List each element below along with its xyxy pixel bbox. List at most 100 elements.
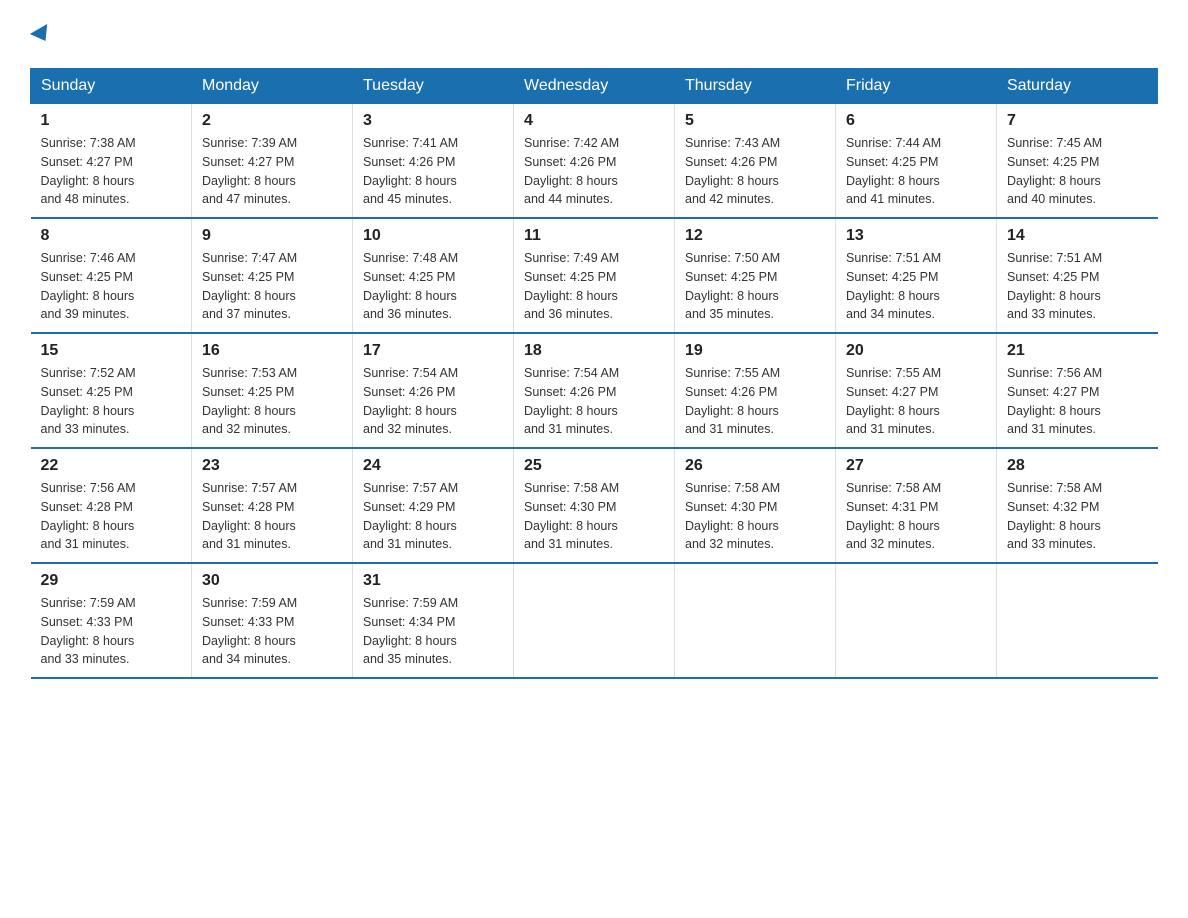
calendar-cell: 3Sunrise: 7:41 AMSunset: 4:26 PMDaylight… [353,104,514,219]
calendar-cell: 10 Sunrise: 7:48 AMSunset: 4:25 PMDayligh… [353,218,514,333]
day-info: Sunrise: 7:57 AMSunset: 4:29 PMDaylight:… [363,479,503,554]
day-info: Sunrise: 7:56 AMSunset: 4:27 PMDaylight:… [1007,364,1148,439]
calendar-cell: 28 Sunrise: 7:58 AMSunset: 4:32 PMDayligh… [997,448,1158,563]
day-number: 24 [363,457,503,475]
day-info: Sunrise: 7:42 AMSunset: 4:26 PMDaylight:… [524,134,664,209]
day-info: Sunrise: 7:58 AMSunset: 4:30 PMDaylight:… [524,479,664,554]
header-tuesday: Tuesday [353,69,514,104]
calendar-cell: 4 Sunrise: 7:42 AMSunset: 4:26 PMDaylight… [514,104,675,219]
header-friday: Friday [836,69,997,104]
page-header [30,20,1158,48]
day-number: 8 [41,227,182,245]
day-number: 17 [363,342,503,360]
day-number: 26 [685,457,825,475]
calendar-cell: 13Sunrise: 7:51 AMSunset: 4:25 PMDayligh… [836,218,997,333]
day-number: 20 [846,342,986,360]
calendar-cell: 31Sunrise: 7:59 AMSunset: 4:34 PMDayligh… [353,563,514,678]
header-saturday: Saturday [997,69,1158,104]
day-info: Sunrise: 7:55 AMSunset: 4:26 PMDaylight:… [685,364,825,439]
calendar-week-row: 29Sunrise: 7:59 AMSunset: 4:33 PMDayligh… [31,563,1158,678]
calendar-cell [675,563,836,678]
calendar-cell: 19 Sunrise: 7:55 AMSunset: 4:26 PMDayligh… [675,333,836,448]
day-number: 15 [41,342,182,360]
calendar-week-row: 15 Sunrise: 7:52 AMSunset: 4:25 PMDayligh… [31,333,1158,448]
calendar-week-row: 1 Sunrise: 7:38 AMSunset: 4:27 PMDaylight… [31,104,1158,219]
calendar-cell: 29Sunrise: 7:59 AMSunset: 4:33 PMDayligh… [31,563,192,678]
day-info: Sunrise: 7:57 AMSunset: 4:28 PMDaylight:… [202,479,342,554]
day-info: Sunrise: 7:49 AMSunset: 4:25 PMDaylight:… [524,249,664,324]
calendar-cell: 26 Sunrise: 7:58 AMSunset: 4:30 PMDayligh… [675,448,836,563]
day-number: 13 [846,227,986,245]
header-monday: Monday [192,69,353,104]
calendar-cell: 25 Sunrise: 7:58 AMSunset: 4:30 PMDayligh… [514,448,675,563]
day-number: 3 [363,112,503,130]
calendar-week-row: 8 Sunrise: 7:46 AMSunset: 4:25 PMDaylight… [31,218,1158,333]
day-info: Sunrise: 7:46 AMSunset: 4:25 PMDaylight:… [41,249,182,324]
calendar-cell: 16 Sunrise: 7:53 AMSunset: 4:25 PMDayligh… [192,333,353,448]
day-number: 23 [202,457,342,475]
calendar-cell: 15 Sunrise: 7:52 AMSunset: 4:25 PMDayligh… [31,333,192,448]
day-number: 6 [846,112,986,130]
day-number: 25 [524,457,664,475]
day-number: 10 [363,227,503,245]
calendar-cell: 8 Sunrise: 7:46 AMSunset: 4:25 PMDaylight… [31,218,192,333]
day-number: 1 [41,112,182,130]
logo-triangle-icon [30,24,54,46]
calendar-cell: 5 Sunrise: 7:43 AMSunset: 4:26 PMDaylight… [675,104,836,219]
calendar-cell: 7 Sunrise: 7:45 AMSunset: 4:25 PMDaylight… [997,104,1158,219]
day-number: 21 [1007,342,1148,360]
logo-top [30,20,52,48]
day-info: Sunrise: 7:43 AMSunset: 4:26 PMDaylight:… [685,134,825,209]
calendar-cell [836,563,997,678]
calendar-cell: 20 Sunrise: 7:55 AMSunset: 4:27 PMDayligh… [836,333,997,448]
day-number: 7 [1007,112,1148,130]
day-number: 29 [41,572,182,590]
logo [30,20,52,48]
calendar-header-row: SundayMondayTuesdayWednesdayThursdayFrid… [31,69,1158,104]
day-number: 30 [202,572,342,590]
calendar-cell: 30Sunrise: 7:59 AMSunset: 4:33 PMDayligh… [192,563,353,678]
day-number: 12 [685,227,825,245]
day-info: Sunrise: 7:53 AMSunset: 4:25 PMDaylight:… [202,364,342,439]
day-number: 22 [41,457,182,475]
day-number: 27 [846,457,986,475]
calendar-cell: 11 Sunrise: 7:49 AMSunset: 4:25 PMDayligh… [514,218,675,333]
day-info: Sunrise: 7:52 AMSunset: 4:25 PMDaylight:… [41,364,182,439]
calendar-cell: 2 Sunrise: 7:39 AMSunset: 4:27 PMDaylight… [192,104,353,219]
day-info: Sunrise: 7:47 AMSunset: 4:25 PMDaylight:… [202,249,342,324]
calendar-table: SundayMondayTuesdayWednesdayThursdayFrid… [30,68,1158,679]
calendar-cell [514,563,675,678]
day-number: 11 [524,227,664,245]
calendar-cell: 9 Sunrise: 7:47 AMSunset: 4:25 PMDaylight… [192,218,353,333]
calendar-cell: 27Sunrise: 7:58 AMSunset: 4:31 PMDayligh… [836,448,997,563]
day-info: Sunrise: 7:55 AMSunset: 4:27 PMDaylight:… [846,364,986,439]
calendar-cell: 17Sunrise: 7:54 AMSunset: 4:26 PMDayligh… [353,333,514,448]
day-info: Sunrise: 7:54 AMSunset: 4:26 PMDaylight:… [524,364,664,439]
day-info: Sunrise: 7:38 AMSunset: 4:27 PMDaylight:… [41,134,182,209]
day-number: 16 [202,342,342,360]
day-number: 2 [202,112,342,130]
day-number: 5 [685,112,825,130]
header-thursday: Thursday [675,69,836,104]
day-info: Sunrise: 7:45 AMSunset: 4:25 PMDaylight:… [1007,134,1148,209]
day-number: 28 [1007,457,1148,475]
day-number: 19 [685,342,825,360]
calendar-cell: 18 Sunrise: 7:54 AMSunset: 4:26 PMDayligh… [514,333,675,448]
calendar-cell: 12Sunrise: 7:50 AMSunset: 4:25 PMDayligh… [675,218,836,333]
calendar-week-row: 22Sunrise: 7:56 AMSunset: 4:28 PMDayligh… [31,448,1158,563]
day-info: Sunrise: 7:58 AMSunset: 4:30 PMDaylight:… [685,479,825,554]
day-info: Sunrise: 7:48 AMSunset: 4:25 PMDaylight:… [363,249,503,324]
header-sunday: Sunday [31,69,192,104]
calendar-cell: 22Sunrise: 7:56 AMSunset: 4:28 PMDayligh… [31,448,192,563]
day-number: 31 [363,572,503,590]
calendar-cell: 1 Sunrise: 7:38 AMSunset: 4:27 PMDaylight… [31,104,192,219]
day-number: 9 [202,227,342,245]
day-info: Sunrise: 7:39 AMSunset: 4:27 PMDaylight:… [202,134,342,209]
day-number: 18 [524,342,664,360]
day-number: 4 [524,112,664,130]
calendar-cell: 24 Sunrise: 7:57 AMSunset: 4:29 PMDayligh… [353,448,514,563]
day-number: 14 [1007,227,1148,245]
day-info: Sunrise: 7:58 AMSunset: 4:32 PMDaylight:… [1007,479,1148,554]
calendar-cell [997,563,1158,678]
header-wednesday: Wednesday [514,69,675,104]
